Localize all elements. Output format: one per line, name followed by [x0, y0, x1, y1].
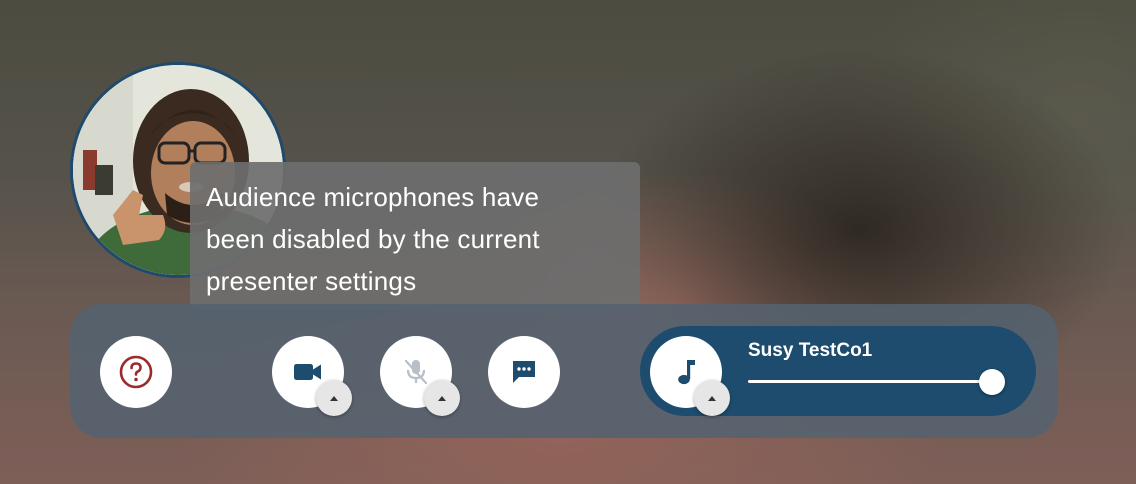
volume-slider-track[interactable] [748, 380, 992, 383]
chat-bubble-icon [513, 361, 535, 383]
chevron-up-icon [438, 395, 446, 401]
music-note-icon [678, 360, 695, 385]
chevron-up-icon [708, 395, 716, 401]
mic-disabled-tooltip: Audience microphones have been disabled … [190, 162, 640, 310]
camera-options-button[interactable] [316, 380, 352, 416]
volume-slider-thumb[interactable] [979, 369, 1005, 395]
help-button[interactable] [100, 336, 172, 408]
music-options-button[interactable] [694, 380, 730, 416]
track-name: Susy TestCo1 [748, 340, 873, 361]
chat-button[interactable] [488, 336, 560, 408]
tooltip-line: Audience microphones have [206, 182, 540, 212]
microphone-off-icon [404, 359, 428, 385]
tooltip-line: presenter settings [206, 266, 417, 296]
microphone-options-button[interactable] [424, 380, 460, 416]
video-camera-icon [294, 364, 321, 380]
chevron-up-icon [330, 395, 338, 401]
question-circle-icon [119, 355, 153, 389]
tooltip-line: been disabled by the current [206, 224, 540, 254]
